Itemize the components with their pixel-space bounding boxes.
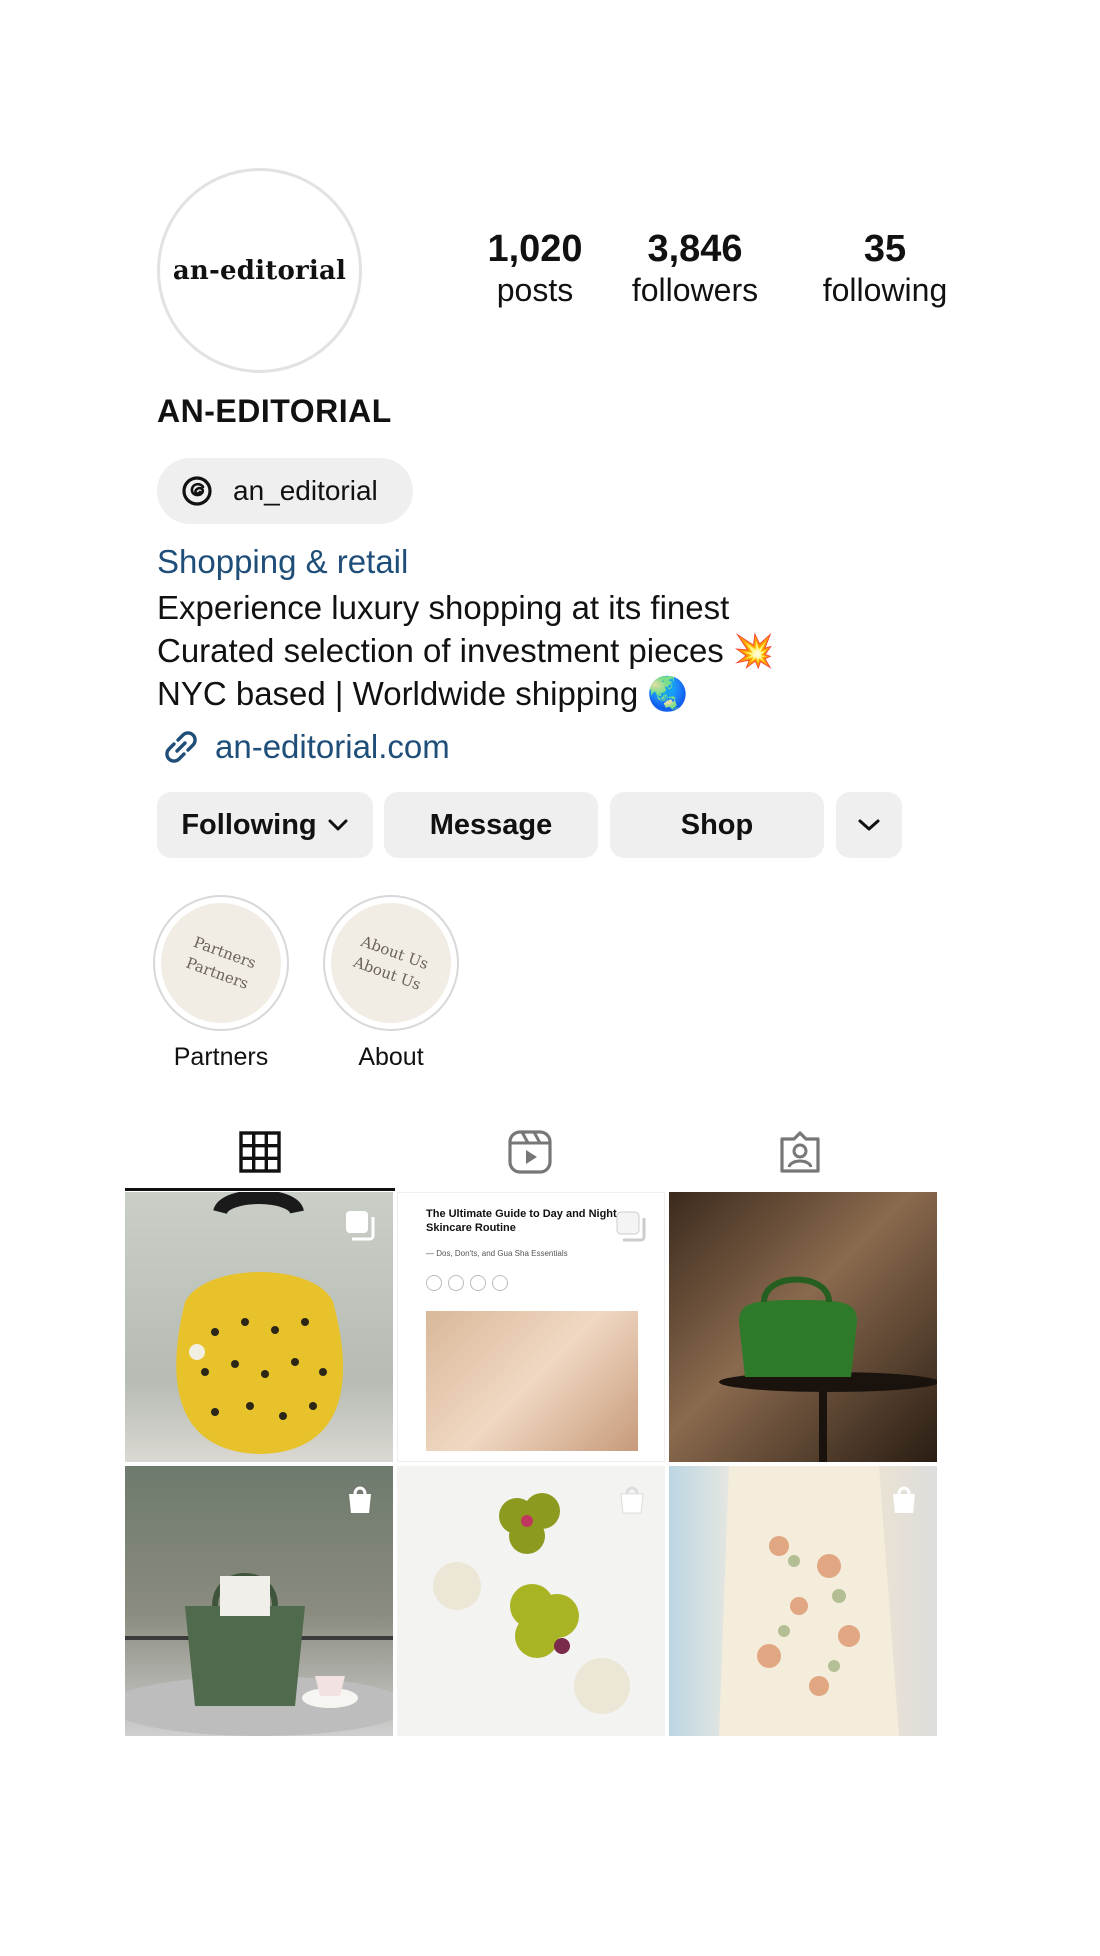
post-image (426, 1311, 638, 1451)
shopping-bag-icon (620, 1486, 644, 1514)
website-link[interactable]: an-editorial.com (215, 728, 450, 766)
highlight-partners[interactable]: Partners Partners Partners (144, 886, 298, 1072)
stat-following[interactable]: 35 following (790, 228, 980, 310)
carousel-icon (616, 1211, 646, 1242)
post-title: The Ultimate Guide to Day and Night Skin… (426, 1208, 617, 1234)
following-count: 35 (863, 228, 907, 270)
stat-posts[interactable]: 1,020 posts (470, 228, 600, 310)
followers-count: 3,846 (647, 228, 743, 270)
share-dot-icon (426, 1275, 442, 1291)
highlight-cover: About Us About Us (314, 886, 468, 1040)
bio-line: NYC based | Worldwide shipping 🌏 (157, 675, 689, 712)
post-subtitle: — Dos, Don'ts, and Gua Sha Essentials (426, 1249, 568, 1258)
shopping-bag-icon (893, 1486, 915, 1513)
posts-label: posts (496, 272, 574, 308)
tab-reels[interactable] (395, 1113, 665, 1191)
highlight-cover: Partners Partners (144, 886, 298, 1040)
highlight-cover-art: Partners Partners (144, 886, 298, 1040)
profile-link[interactable]: an-editorial.com (157, 725, 450, 769)
highlight-cover-art: About Us About Us (314, 886, 468, 1040)
post-thumbnail[interactable] (125, 1192, 393, 1462)
following-label: following (822, 272, 948, 308)
post-thumbnail[interactable] (669, 1192, 937, 1462)
profile-bio: Experience luxury shopping at its finest… (157, 586, 774, 715)
shop-button[interactable]: Shop (610, 792, 824, 858)
bio-line: Experience luxury shopping at its finest (157, 589, 730, 626)
profile-category[interactable]: Shopping & retail (157, 543, 408, 581)
profile-tabs (125, 1113, 935, 1191)
posts-grid: The Ultimate Guide to Day and Night Skin… (125, 1192, 937, 1736)
share-dot-icon (470, 1275, 486, 1291)
message-button[interactable]: Message (384, 792, 598, 858)
following-button[interactable]: Following (157, 792, 373, 858)
followers-label: followers (631, 272, 759, 308)
tagged-icon (780, 1131, 820, 1173)
more-options-button[interactable] (836, 792, 902, 858)
chevron-down-icon (328, 819, 348, 831)
posts-count: 1,020 (487, 228, 583, 270)
threads-handle: an_editorial (233, 475, 378, 506)
share-dot-icon (448, 1275, 464, 1291)
tab-posts-grid[interactable] (125, 1113, 395, 1191)
reels-icon (508, 1130, 552, 1174)
highlight-label: Partners (173, 1043, 269, 1071)
profile-stats: 1,020 posts 3,846 followers 35 following (470, 228, 990, 310)
carousel-icon (346, 1211, 375, 1241)
profile-avatar[interactable]: an-editorial (157, 168, 362, 373)
following-button-label: Following (181, 808, 317, 841)
profile-username: AN-EDITORIAL (157, 393, 392, 429)
link-icon (165, 731, 197, 763)
grid-icon (239, 1131, 281, 1173)
post-thumbnail[interactable]: The Ultimate Guide to Day and Night Skin… (397, 1192, 665, 1462)
shop-button-label: Shop (680, 808, 754, 841)
post-thumbnail[interactable] (397, 1466, 665, 1736)
stat-followers[interactable]: 3,846 followers (600, 228, 790, 310)
message-button-label: Message (429, 808, 553, 841)
threads-icon (182, 476, 212, 506)
tab-tagged[interactable] (665, 1113, 935, 1191)
share-icons (426, 1275, 508, 1291)
bio-line: Curated selection of investment pieces 💥 (157, 632, 775, 669)
avatar-text: an-editorial (172, 255, 347, 286)
highlight-about[interactable]: About Us About Us About (314, 886, 468, 1072)
post-thumbnail[interactable] (669, 1466, 937, 1736)
threads-badge[interactable]: an_editorial (157, 458, 413, 524)
post-thumbnail[interactable] (125, 1466, 393, 1736)
post-image (719, 1276, 937, 1462)
highlight-label: About (358, 1043, 424, 1071)
chevron-down-icon (858, 819, 880, 831)
share-dot-icon (492, 1275, 508, 1291)
shopping-bag-icon (349, 1486, 371, 1513)
